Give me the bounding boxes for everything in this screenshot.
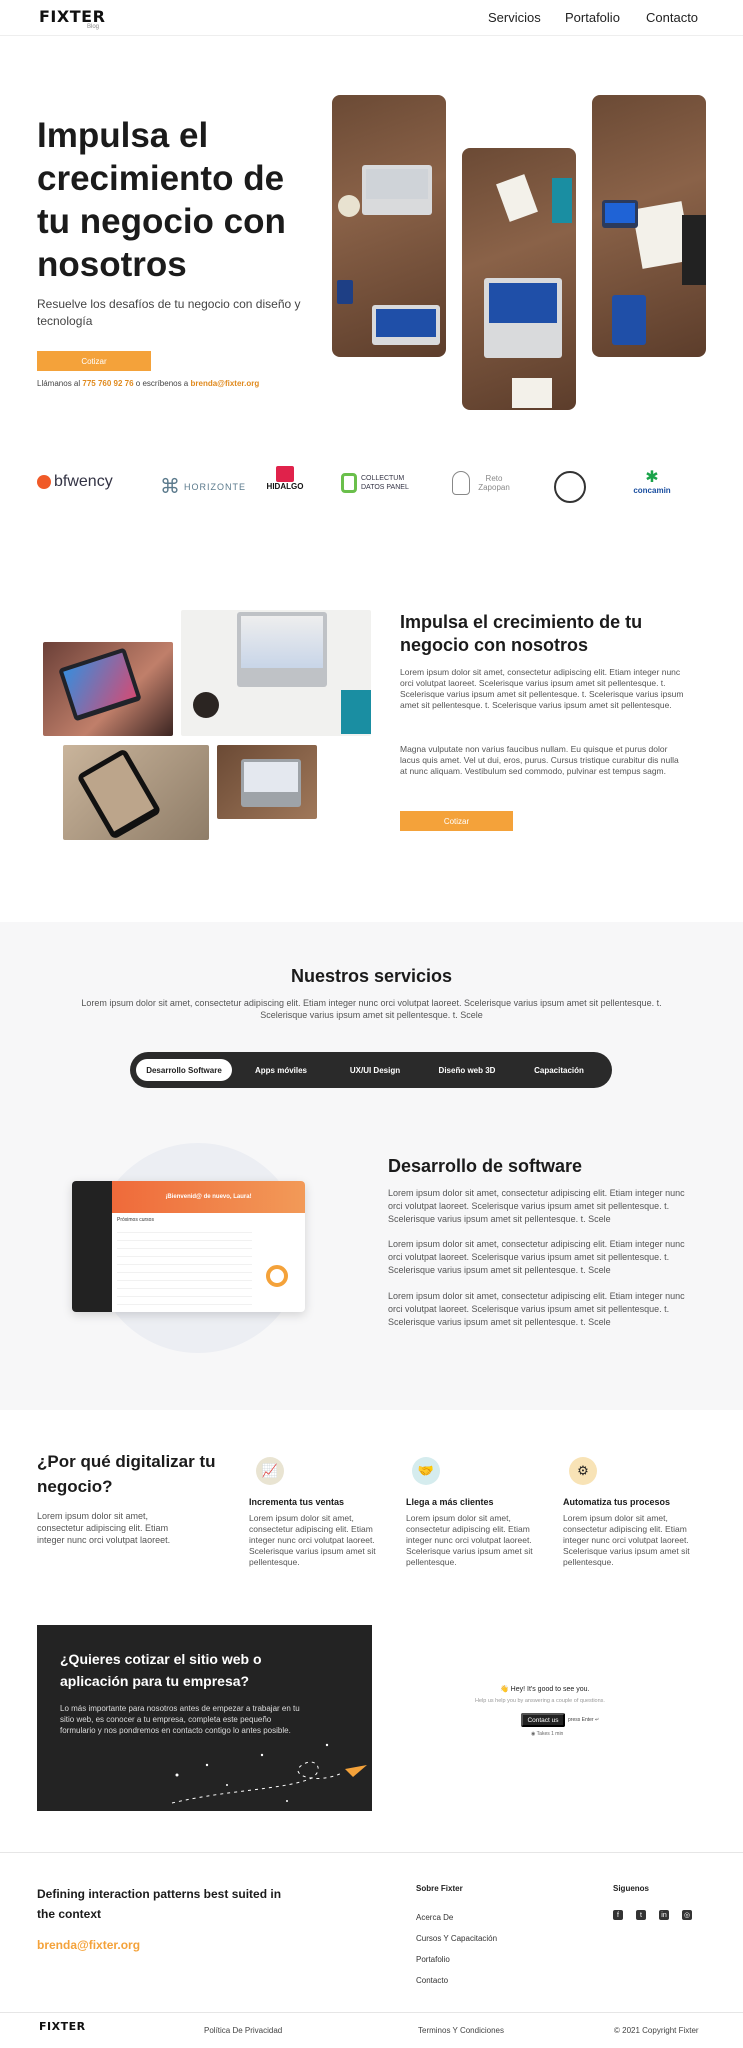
contact-prefix: Llámanos al bbox=[37, 379, 81, 388]
chart-icon: 📈 bbox=[256, 1457, 284, 1485]
contact-middle: o escríbenos a bbox=[135, 379, 189, 388]
footer-link-acerca[interactable]: Acerca De bbox=[416, 1913, 453, 1922]
footer-about-heading: Sobre Fixter bbox=[416, 1884, 463, 1893]
brand-hidalgo-label: HIDALGO bbox=[266, 482, 304, 491]
mockup-list-title: Próximos cursos bbox=[117, 1217, 154, 1223]
bottom-divider bbox=[0, 2012, 743, 2013]
feature-cotizar-button[interactable]: Cotizar bbox=[400, 811, 513, 831]
footer-tagline: Defining interaction patterns best suite… bbox=[37, 1887, 282, 1921]
feature-photo-laptop bbox=[181, 610, 371, 736]
brand-horizonte: ⌘ HORIZONTE bbox=[160, 476, 246, 498]
feature-title-ventas: Incrementa tus ventas bbox=[249, 1497, 345, 1507]
why-title: ¿Por qué digitalizar tu negocio? bbox=[37, 1452, 216, 1496]
brand-concamin: ✱ concamin bbox=[630, 470, 674, 496]
feature-text-clientes: Lorem ipsum dolor sit amet, consectetur … bbox=[406, 1513, 533, 1567]
services-section bbox=[0, 922, 743, 1410]
tab-desarrollo-software[interactable]: Desarrollo Software bbox=[136, 1059, 232, 1081]
footer-divider bbox=[0, 1852, 743, 1853]
dashboard-mockup: ¡Bienvenid@ de nuevo, Laura! Próximos cu… bbox=[72, 1181, 305, 1312]
footer-logo[interactable]: FIXTER bbox=[39, 2020, 86, 2033]
tab-diseno-web-3d[interactable]: Diseño web 3D bbox=[422, 1059, 512, 1081]
chat-enter-hint: press Enter ↵ bbox=[568, 1717, 600, 1723]
brand-collectum: COLLECTUM DATOS PANEL bbox=[341, 473, 421, 493]
handshake-icon: 🤝 bbox=[412, 1457, 440, 1485]
brand-bfwency-label: bfwency bbox=[54, 473, 113, 490]
service-panel-paragraph-1: Lorem ipsum dolor sit amet, consectetur … bbox=[388, 1188, 685, 1224]
chat-contact-button[interactable]: Contact us bbox=[521, 1713, 565, 1727]
hero-photo-left bbox=[332, 95, 446, 357]
footer-logo-text: FIXTER bbox=[39, 2020, 86, 2033]
mockup-banner: ¡Bienvenid@ de nuevo, Laura! bbox=[112, 1181, 305, 1213]
mockup-donut bbox=[266, 1265, 288, 1287]
nav-portafolio[interactable]: Portafolio bbox=[565, 10, 620, 25]
paper-plane-illustration bbox=[171, 1743, 367, 1804]
hero-title: Impulsa el crecimiento de tu negocio con… bbox=[37, 116, 286, 284]
feature-text-ventas: Lorem ipsum dolor sit amet, consectetur … bbox=[249, 1513, 376, 1567]
quote-cta-title: ¿Quieres cotizar el sitio web o aplicaci… bbox=[60, 1651, 262, 1689]
feature-photo-tablet bbox=[43, 642, 173, 736]
chat-greeting: 👋 Hey! It's good to see you. bbox=[500, 1686, 590, 1693]
service-panel-paragraph-2: Lorem ipsum dolor sit amet, consectetur … bbox=[388, 1239, 685, 1275]
brand-hidalgo: HIDALGO bbox=[265, 466, 305, 491]
gear-icon: ⚙ bbox=[569, 1457, 597, 1485]
instagram-icon[interactable]: ◎ bbox=[682, 1910, 692, 1920]
services-title: Nuestros servicios bbox=[290, 966, 453, 986]
feature-photo-phone bbox=[63, 745, 209, 840]
hero-photo-middle bbox=[462, 148, 576, 410]
hero-cotizar-button[interactable]: Cotizar bbox=[37, 351, 151, 371]
services-tabs: Desarrollo Software Apps móviles UX/UI D… bbox=[130, 1052, 612, 1088]
hero-photo-right bbox=[592, 95, 706, 357]
hero-phone[interactable]: 775 760 92 76 bbox=[82, 379, 133, 388]
feature-title-clientes: Llega a más clientes bbox=[406, 1497, 494, 1507]
twitter-icon[interactable]: t bbox=[636, 1910, 646, 1920]
why-text: Lorem ipsum dolor sit amet, consectetur … bbox=[37, 1511, 171, 1545]
footer-copyright: © 2021 Copyright Fixter bbox=[614, 2026, 699, 2035]
brand-horizonte-label: HORIZONTE bbox=[184, 481, 246, 492]
feature-title: Impulsa el crecimiento de tu negocio con… bbox=[400, 612, 643, 655]
feature-paragraph-1: Lorem ipsum dolor sit amet, consectetur … bbox=[400, 667, 684, 710]
logo-sub: Blog bbox=[87, 24, 100, 30]
hero-subtitle: Resuelve los desafíos de tu negocio con … bbox=[37, 297, 301, 328]
feature-paragraph-2: Magna vulputate non varius faucibus null… bbox=[400, 744, 679, 776]
brand-reto: Reto Zapopan bbox=[452, 471, 514, 495]
service-panel-title: Desarrollo de software bbox=[388, 1156, 583, 1176]
linkedin-icon[interactable]: in bbox=[659, 1910, 669, 1920]
brand-seal bbox=[554, 471, 586, 503]
brand-concamin-label: concamin bbox=[633, 486, 671, 495]
quote-cta-text: Lo más importante para nosotros antes de… bbox=[60, 1704, 300, 1735]
mockup-banner-text: ¡Bienvenid@ de nuevo, Laura! bbox=[165, 1194, 252, 1200]
brand-collectum-label: COLLECTUM DATOS PANEL bbox=[361, 475, 409, 491]
quote-cta-box: ¿Quieres cotizar el sitio web o aplicaci… bbox=[37, 1625, 372, 1811]
hero-email[interactable]: brenda@fixter.org bbox=[191, 379, 260, 388]
footer-email[interactable]: brenda@fixter.org bbox=[37, 1938, 140, 1952]
footer-privacy-link[interactable]: Política De Privacidad bbox=[204, 2026, 282, 2035]
services-subtitle: Lorem ipsum dolor sit amet, consectetur … bbox=[81, 998, 662, 1020]
hero-contact: Llámanos al 775 760 92 76 o escríbenos a… bbox=[37, 379, 259, 388]
chat-subtext: Help us help you by answering a couple o… bbox=[475, 1698, 605, 1704]
footer-link-contacto[interactable]: Contacto bbox=[416, 1976, 448, 1985]
mockup-sidebar bbox=[72, 1181, 112, 1312]
tab-capacitacion[interactable]: Capacitación bbox=[516, 1059, 602, 1081]
facebook-icon[interactable]: f bbox=[613, 1910, 623, 1920]
feature-text-procesos: Lorem ipsum dolor sit amet, consectetur … bbox=[563, 1513, 690, 1567]
chat-time-hint: ◉ Takes 1 min bbox=[531, 1731, 564, 1737]
feature-title-procesos: Automatiza tus procesos bbox=[563, 1497, 671, 1507]
footer-link-portafolio[interactable]: Portafolio bbox=[416, 1955, 450, 1964]
footer-link-cursos[interactable]: Cursos Y Capacitación bbox=[416, 1934, 497, 1943]
service-panel-paragraph-3: Lorem ipsum dolor sit amet, consectetur … bbox=[388, 1291, 685, 1327]
brand-reto-label: Reto Zapopan bbox=[478, 474, 510, 492]
brand-bfwency: bfwency bbox=[37, 473, 113, 491]
site-header: FIXTER Blog Servicios Portafolio Contact… bbox=[0, 0, 743, 36]
feature-photo-desk bbox=[217, 745, 317, 819]
nav-contacto[interactable]: Contacto bbox=[646, 10, 698, 25]
nav-servicios[interactable]: Servicios bbox=[488, 10, 541, 25]
tab-ux-ui-design[interactable]: UX/UI Design bbox=[330, 1059, 420, 1081]
mockup-table bbox=[117, 1225, 252, 1307]
footer-social-heading: Siguenos bbox=[613, 1884, 650, 1893]
footer-terms-link[interactable]: Terminos Y Condiciones bbox=[418, 2026, 504, 2035]
tab-apps-moviles[interactable]: Apps móviles bbox=[240, 1059, 322, 1081]
